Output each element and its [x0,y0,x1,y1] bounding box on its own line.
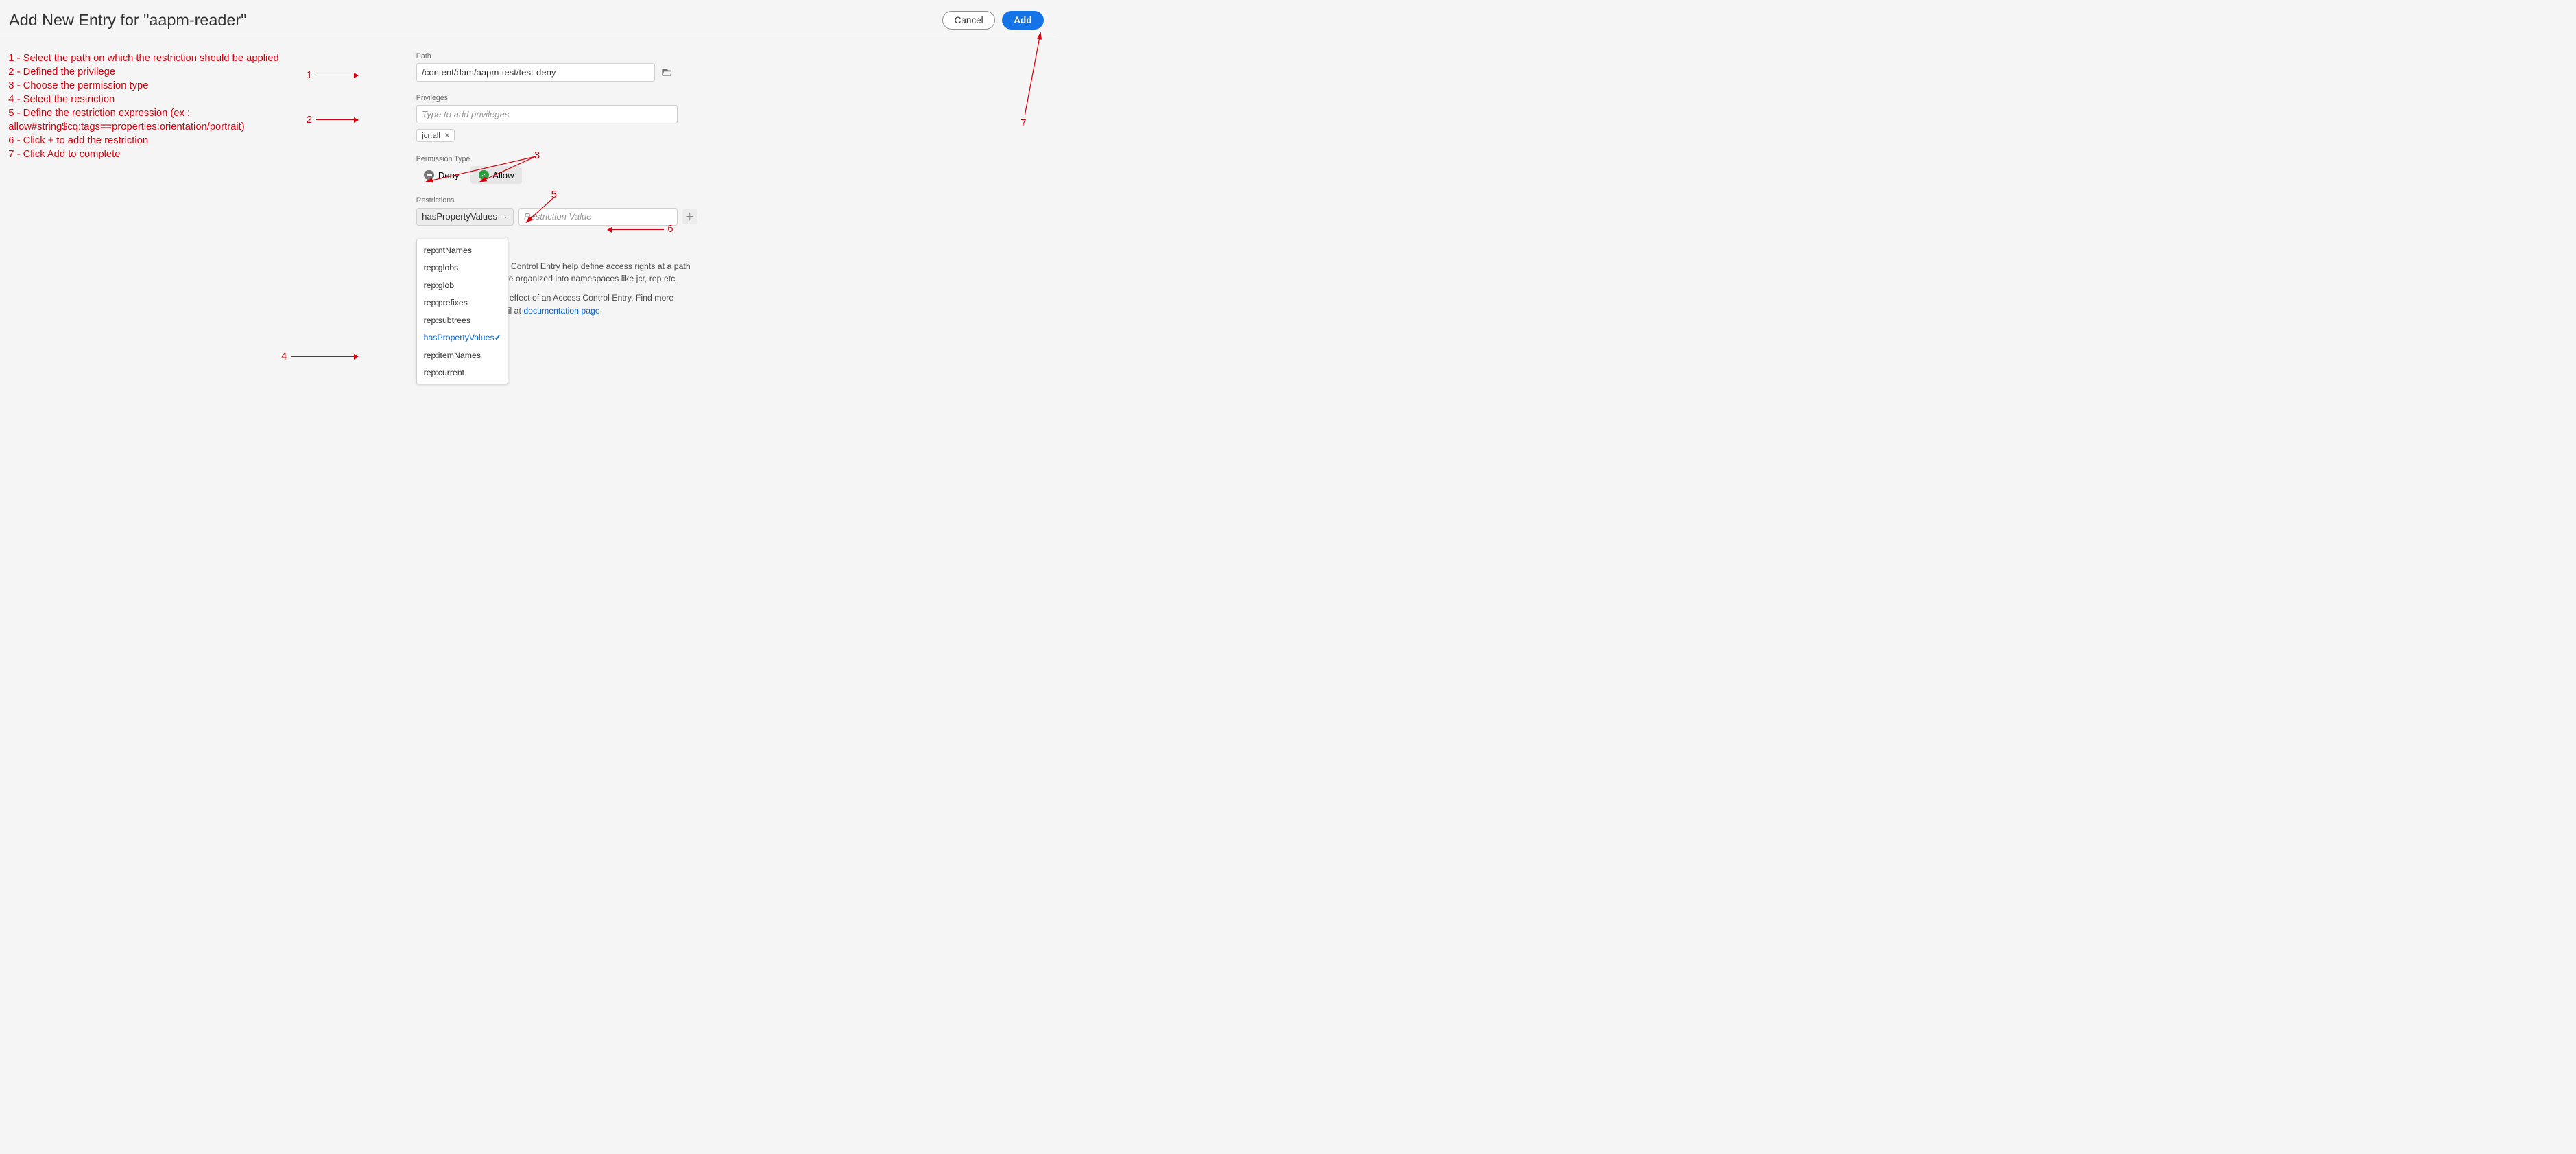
option-haspropertyvalues-label: hasPropertyValues [424,333,494,342]
instruction-7: 7 - Click Add to complete [8,148,318,162]
option-rep-globs[interactable]: rep:globs [417,259,508,276]
restrictions-dropdown: rep:ntNames rep:globs rep:glob rep:prefi… [416,239,508,384]
instruction-6: 6 - Click + to add the restriction [8,134,318,148]
plus-icon: ＋ [684,209,695,224]
path-browse-button[interactable] [658,64,675,81]
privilege-tag[interactable]: jcr:all ✕ [416,129,455,143]
option-rep-subtrees[interactable]: rep:subtrees [417,311,508,329]
chevron-down-icon: ⌄ [503,213,508,220]
dialog-actions: Cancel Add [942,11,1044,30]
restrictions-select-value: hasPropertyValues [422,211,497,222]
callout-7: 7 [1021,118,1026,129]
documentation-link[interactable]: documentation page [523,306,599,316]
path-label: Path [416,52,697,60]
restrictions-select[interactable]: hasPropertyValues ⌄ [416,208,514,226]
privilege-tag-label: jcr:all [422,132,440,140]
instruction-4: 4 - Select the restriction [8,93,318,107]
checkmark-icon: ✓ [494,333,501,342]
instruction-3: 3 - Choose the permission type [8,80,318,93]
option-rep-itemnames[interactable]: rep:itemNames [417,346,508,364]
callout-4: 4 [281,351,287,362]
dialog-title: Add New Entry for "aapm-reader" [9,11,246,30]
callout-5: 5 [551,189,557,200]
option-haspropertyvalues[interactable]: hasPropertyValues ✓ [417,329,508,346]
remove-tag-icon[interactable]: ✕ [444,131,451,140]
option-rep-glob[interactable]: rep:glob [417,276,508,294]
cancel-button[interactable]: Cancel [942,11,995,30]
privileges-input[interactable] [416,105,678,123]
privileges-label: Privileges [416,94,697,102]
callout-7-arrow [1016,31,1050,118]
annotation-instructions: 1 - Select the path on which the restric… [0,49,326,317]
instruction-1: 1 - Select the path on which the restric… [8,52,318,66]
callout-1: 1 [307,70,312,81]
callout-2: 2 [307,115,312,126]
option-rep-prefixes[interactable]: rep:prefixes [417,294,508,311]
option-rep-current[interactable]: rep:current [417,364,508,381]
add-button[interactable]: Add [1002,11,1044,30]
dialog-header: Add New Entry for "aapm-reader" Cancel A… [0,0,1056,38]
folder-open-icon [661,67,672,79]
form: 1 Path 2 Privileges jcr:all ✕ Permissio [326,49,697,317]
option-rep-ntnames[interactable]: rep:ntNames [417,242,508,259]
add-restriction-button[interactable]: ＋ [682,209,697,224]
instruction-5: 5 - Define the restriction expression (e… [8,107,318,134]
path-input[interactable] [416,63,656,82]
callout-6: 6 [667,224,673,235]
callout-3: 3 [534,150,540,161]
callout-3-arrows [423,154,541,187]
instruction-2: 2 - Defined the privilege [8,66,318,80]
